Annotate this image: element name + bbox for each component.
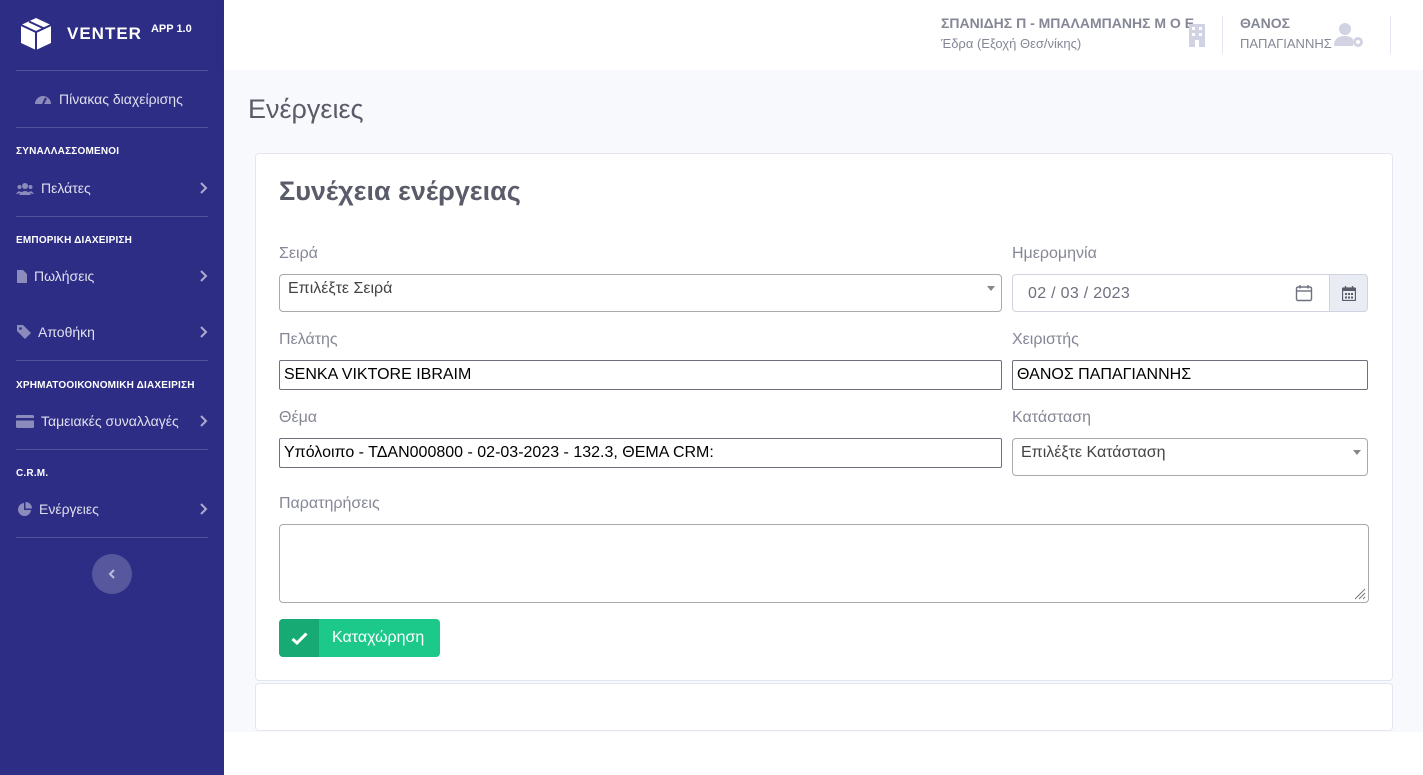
sidebar-divider [16, 70, 208, 71]
company-branch: Έδρα (Εξοχή Θεσ/νίκης) [941, 36, 1082, 51]
sidebar-heading: ΣΥΝΑΛΛΑΣΣΟΜΕΝΟΙ [16, 146, 120, 157]
topbar-divider [1222, 16, 1223, 54]
sidebar-item-label: Ενέργειες [39, 501, 99, 517]
sidebar-item-label: Πίνακας διαχείρισης [59, 91, 183, 107]
building-icon [1189, 24, 1205, 47]
sidebar-item-customers[interactable]: Πελάτες [16, 176, 208, 200]
sidebar-item-dashboard[interactable]: Πίνακας διαχείρισης [34, 87, 208, 111]
chevron-right-icon [200, 326, 208, 338]
chevron-right-icon [200, 503, 208, 515]
sidebar-item-label: Αποθήκη [38, 324, 95, 340]
sidebar-item-label: Πωλήσεις [34, 268, 95, 284]
submit-button-label: Καταχώρηση [332, 629, 425, 646]
series-select-value: Επιλέξτε Σειρά [288, 280, 393, 297]
sidebar-item-sales[interactable]: Πωλήσεις [16, 264, 208, 288]
credit-card-icon [16, 414, 34, 428]
sidebar-item-actions[interactable]: Ενέργειες [16, 497, 208, 521]
dropdown-arrow-icon [987, 286, 995, 291]
handler-field[interactable]: ΘΑΝΟΣ ΠΑΠΑΓΙΑΝΝΗΣ [1012, 360, 1368, 390]
brand[interactable]: VENTER APP 1.0 [20, 16, 192, 52]
date-calendar-button[interactable] [1329, 274, 1368, 312]
date-input[interactable]: 02 / 03 / 2023 [1012, 274, 1330, 312]
status-select[interactable]: Επιλέξτε Κατάσταση [1012, 438, 1368, 476]
users-icon [16, 181, 34, 195]
sidebar-divider [16, 449, 208, 450]
calendar-picker-icon[interactable] [1295, 284, 1313, 302]
notes-label: Παρατηρήσεις [279, 495, 380, 512]
chevron-right-icon [200, 182, 208, 194]
tag-icon [16, 325, 31, 339]
dropdown-arrow-icon [1353, 450, 1361, 455]
status-select-value: Επιλέξτε Κατάσταση [1021, 444, 1166, 461]
calendar-icon [1341, 285, 1356, 301]
secondary-card [255, 683, 1393, 731]
chevron-left-icon [108, 569, 115, 579]
sidebar-item-warehouse[interactable]: Αποθήκη [16, 320, 208, 344]
sidebar-divider [16, 127, 208, 128]
sidebar-item-label: Πελάτες [41, 180, 91, 196]
sidebar-divider [16, 537, 208, 538]
card-title: Συνέχεια ενέργειας [279, 176, 521, 206]
company-info[interactable]: ΣΠΑΝΙΔΗΣ Π - ΜΠΑΛΑΜΠΑΝΗΣ Μ Ο Ε Έδρα (Εξο… [941, 15, 1194, 51]
sidebar-divider [16, 216, 208, 217]
brand-version: APP 1.0 [150, 23, 192, 35]
handler-label: Χειριστής [1012, 331, 1079, 348]
page-title: Ενέργειες [248, 94, 364, 124]
sidebar: VENTER APP 1.0 Πίνακας διαχείρισης ΣΥΝΑΛ… [0, 0, 224, 775]
resize-handle-icon[interactable] [1354, 588, 1366, 600]
sidebar-heading: C.R.M. [16, 468, 49, 479]
cube-logo-icon [20, 18, 52, 50]
sidebar-item-cash-transactions[interactable]: Ταμειακές συναλλαγές [16, 409, 208, 433]
customer-field[interactable]: SENKA VIKTORE IBRAIM [279, 360, 1002, 390]
company-name: ΣΠΑΝΙΔΗΣ Π - ΜΠΑΛΑΜΠΑΝΗΣ Μ Ο Ε [941, 15, 1195, 31]
series-select[interactable]: Επιλέξτε Σειρά [279, 274, 1002, 312]
date-value: 02 / 03 / 2023 [1028, 285, 1131, 302]
file-icon [16, 269, 27, 283]
topbar-divider [1390, 16, 1391, 54]
status-label: Κατάσταση [1012, 409, 1092, 426]
sidebar-item-label: Ταμειακές συναλλαγές [41, 413, 179, 429]
sidebar-heading: ΧΡΗΜΑΤΟΟΙΚΟΝΟΜΙΚΗ ΔΙΑΧΕΙΡΙΣΗ [16, 380, 195, 391]
check-icon [279, 619, 319, 657]
subject-label: Θέμα [279, 409, 318, 426]
tachometer-icon [34, 92, 52, 106]
sidebar-toggle-button[interactable] [92, 554, 132, 594]
topbar: ΣΠΑΝΙΔΗΣ Π - ΜΠΑΛΑΜΠΑΝΗΣ Μ Ο Ε Έδρα (Εξο… [224, 0, 1423, 70]
chevron-right-icon [200, 270, 208, 282]
chevron-right-icon [200, 415, 208, 427]
user-info[interactable]: ΘΑΝΟΣ ΠΑΠΑΓΙΑΝΝΗΣ [1240, 15, 1332, 51]
subject-field[interactable]: Υπόλοιπο - ΤΔΑΝ000800 - 02-03-2023 - 132… [279, 438, 1002, 468]
brand-name: VENTER [67, 24, 142, 43]
user-first-name: ΘΑΝΟΣ [1240, 15, 1291, 31]
pie-chart-icon [16, 501, 32, 516]
customer-label: Πελάτης [279, 331, 338, 348]
user-cog-icon[interactable] [1334, 22, 1364, 48]
user-last-name: ΠΑΠΑΓΙΑΝΝΗΣ [1240, 36, 1332, 51]
notes-textarea[interactable] [279, 524, 1369, 603]
submit-button[interactable]: Καταχώρηση [279, 619, 440, 657]
sidebar-divider [16, 360, 208, 361]
sidebar-heading: ΕΜΠΟΡΙΚΗ ΔΙΑΧΕΙΡΙΣΗ [16, 235, 133, 246]
series-label: Σειρά [279, 245, 318, 262]
date-label: Ημερομηνία [1012, 245, 1097, 262]
